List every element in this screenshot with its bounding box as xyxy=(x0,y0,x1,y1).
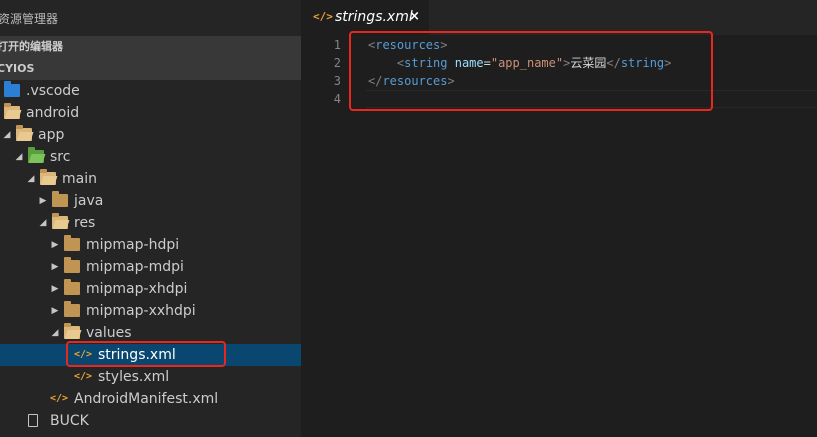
tree-item-label: mipmap-hdpi xyxy=(86,237,180,253)
tab-bar: </> strings.xml × xyxy=(301,0,817,35)
folder-open-icon xyxy=(4,103,20,119)
chevron-right-icon[interactable]: ▶ xyxy=(51,256,59,278)
chevron-right-icon[interactable]: ▶ xyxy=(51,234,59,256)
tab-label: strings.xml xyxy=(335,9,413,25)
tree-item-label: main xyxy=(62,171,97,187)
folder-open-icon xyxy=(40,169,56,185)
folder-icon xyxy=(64,257,80,273)
tree-item-src[interactable]: ◢ src xyxy=(0,146,301,168)
vscode-folder-icon xyxy=(4,81,20,97)
tree-item-label: BUCK xyxy=(50,413,89,429)
line-number: 2 xyxy=(333,56,341,70)
line-number: 1 xyxy=(333,38,341,52)
close-icon[interactable]: × xyxy=(409,9,420,24)
line-number: 3 xyxy=(333,74,341,88)
tree-item-androidmanifest-xml[interactable]: </> AndroidManifest.xml xyxy=(0,388,301,410)
tree-item-label: mipmap-xhdpi xyxy=(86,281,188,297)
tree-item-res[interactable]: ◢ res xyxy=(0,212,301,234)
tree-item-java[interactable]: ▶ java xyxy=(0,190,301,212)
folder-icon xyxy=(64,301,80,317)
tree-item-label: java xyxy=(74,193,104,209)
folder-open-icon xyxy=(64,323,80,339)
chevron-down-icon[interactable]: ◢ xyxy=(15,146,23,168)
folder-icon xyxy=(64,279,80,295)
chevron-right-icon[interactable]: ▶ xyxy=(51,300,59,322)
explorer-title: 资源管理器 xyxy=(0,12,59,26)
xml-file-icon: </> xyxy=(313,10,333,23)
tree-item-mipmap-xxhdpi[interactable]: ▶ mipmap-xxhdpi xyxy=(0,300,301,322)
explorer-sidebar: 资源管理器 打开的编辑器 CYIOS ▶.vscode◢android◢app◢… xyxy=(0,0,301,437)
tree-item-main[interactable]: ◢ main xyxy=(0,168,301,190)
chevron-down-icon[interactable]: ◢ xyxy=(39,212,47,234)
tree-item-label: mipmap-xxhdpi xyxy=(86,303,196,319)
folder-open-icon xyxy=(16,125,32,141)
tree-item-mipmap-hdpi[interactable]: ▶ mipmap-hdpi xyxy=(0,234,301,256)
tree-item-label: src xyxy=(50,149,71,165)
tree-item-mipmap-xhdpi[interactable]: ▶ mipmap-xhdpi xyxy=(0,278,301,300)
chevron-down-icon[interactable]: ◢ xyxy=(27,168,35,190)
tree-item-mipmap-mdpi[interactable]: ▶ mipmap-mdpi xyxy=(0,256,301,278)
tab-strings-xml[interactable]: </> strings.xml × xyxy=(301,0,429,35)
tree-item-label: .vscode xyxy=(26,83,80,99)
code-editor[interactable]: 1234 <resources> <string name="app_name"… xyxy=(301,31,817,437)
open-editors-section[interactable]: 打开的编辑器 xyxy=(0,36,301,58)
chevron-right-icon[interactable]: ▶ xyxy=(39,190,47,212)
xml-file-icon: </> xyxy=(50,393,69,404)
tree-item-styles-xml[interactable]: </> styles.xml xyxy=(0,366,301,388)
folder-icon xyxy=(52,191,68,207)
highlight-box-code xyxy=(349,31,713,111)
folder-open-icon xyxy=(28,147,44,163)
tree-item-buck[interactable]: BUCK xyxy=(0,410,301,432)
chevron-down-icon[interactable]: ◢ xyxy=(51,322,59,344)
tree-item-label: styles.xml xyxy=(98,369,170,385)
tree-item-label: app xyxy=(38,127,65,143)
tree-item-label: android xyxy=(26,105,80,121)
xml-file-icon: </> xyxy=(74,371,93,382)
project-section[interactable]: CYIOS xyxy=(0,58,301,80)
tree-item-android[interactable]: ◢android xyxy=(0,102,301,124)
tree-item-app[interactable]: ◢ app xyxy=(0,124,301,146)
highlight-box-strings-file xyxy=(66,341,226,367)
project-label: CYIOS xyxy=(0,62,35,75)
chevron-down-icon[interactable]: ◢ xyxy=(3,124,11,146)
folder-icon xyxy=(64,235,80,251)
folder-open-icon xyxy=(52,213,68,229)
tree-item-label: mipmap-mdpi xyxy=(86,259,184,275)
tree-item-label: res xyxy=(74,215,96,231)
tree-item-vscode[interactable]: ▶.vscode xyxy=(0,80,301,102)
chevron-right-icon[interactable]: ▶ xyxy=(51,278,59,300)
tree-item-label: AndroidManifest.xml xyxy=(74,391,219,407)
line-number: 4 xyxy=(333,92,341,106)
file-icon xyxy=(28,414,38,427)
open-editors-label: 打开的编辑器 xyxy=(0,40,63,53)
